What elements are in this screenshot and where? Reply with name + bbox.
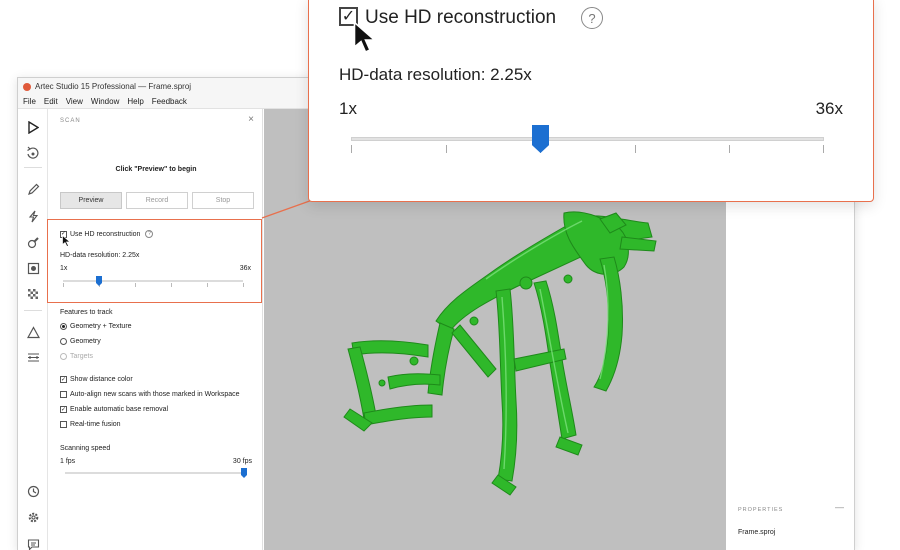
min-label-zoomed: 1x bbox=[339, 99, 357, 118]
help-icon[interactable]: ? bbox=[581, 7, 603, 29]
slider-tick bbox=[446, 145, 447, 153]
slider-tick bbox=[351, 145, 352, 153]
hd-label-zoomed: Use HD reconstruction bbox=[365, 7, 557, 28]
resolution-label-zoomed: HD-data resolution: 2.25x bbox=[339, 65, 532, 84]
zoom-callout: ✓ Use HD reconstruction ? HD-data resolu… bbox=[308, 0, 874, 202]
resolution-slider-handle-zoomed[interactable] bbox=[532, 125, 549, 153]
max-label-zoomed: 36x bbox=[815, 99, 843, 118]
mouse-cursor-icon bbox=[353, 21, 377, 54]
resolution-slider-zoomed[interactable] bbox=[351, 137, 824, 141]
slider-tick bbox=[729, 145, 730, 153]
slider-tick bbox=[635, 145, 636, 153]
slider-tick bbox=[823, 145, 824, 153]
